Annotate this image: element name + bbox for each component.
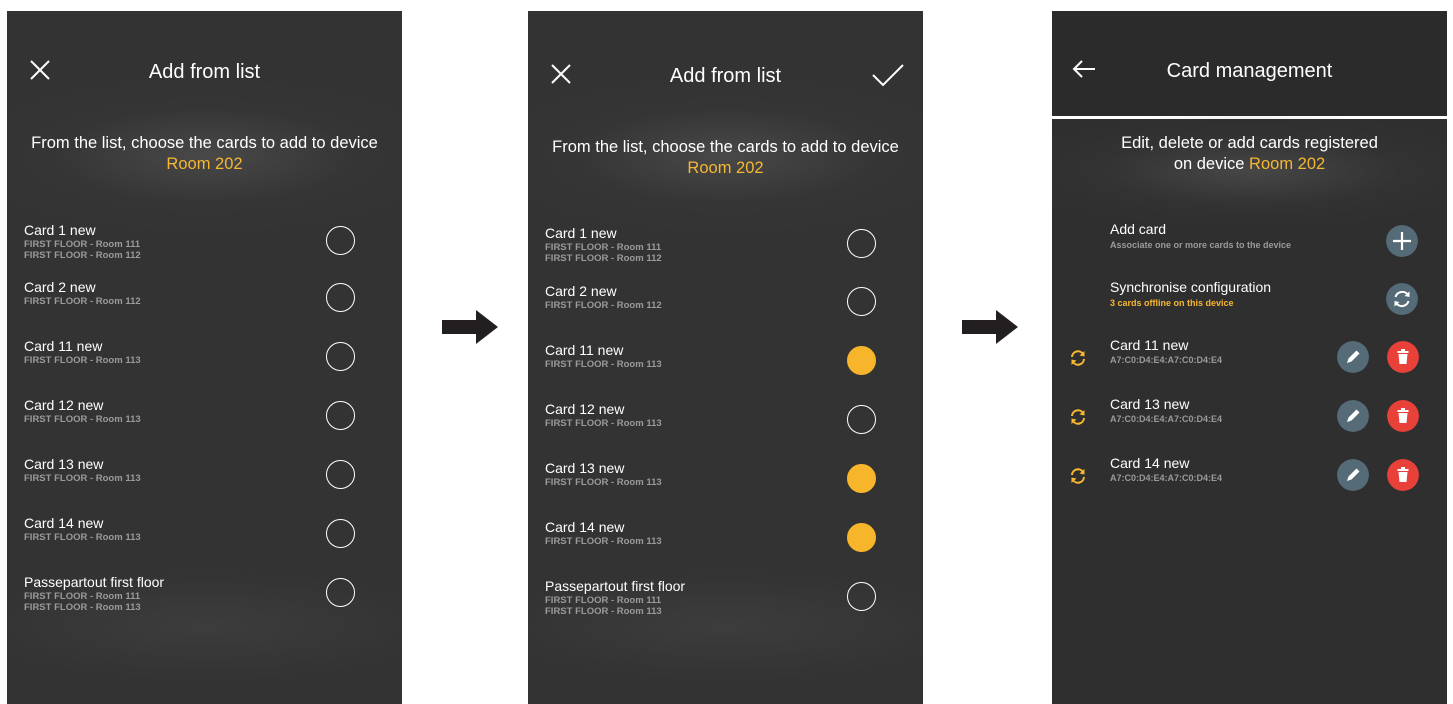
card-name: Card 14 new xyxy=(1110,455,1190,471)
sync-pending-icon xyxy=(1071,468,1085,484)
sync-row[interactable]: Synchronise configuration 3 cards offlin… xyxy=(1052,277,1447,317)
sync-status: 3 cards offline on this device xyxy=(1110,298,1234,308)
list-item[interactable]: Card 14 new FIRST FLOOR - Room 113 xyxy=(545,519,903,552)
list-item[interactable]: Card 12 new FIRST FLOOR - Room 113 xyxy=(24,397,382,430)
list-item[interactable]: Card 2 new FIRST FLOOR - Room 112 xyxy=(24,279,382,312)
list-item[interactable]: Card 1 new FIRST FLOOR - Room 111 FIRST … xyxy=(24,222,382,261)
instruction-text: Edit, delete or add cards registered on … xyxy=(1121,134,1378,173)
card-code: A7:C0:D4:E4:A7:C0:D4:E4 xyxy=(1110,414,1223,424)
add-card-description: Associate one or more cards to the devic… xyxy=(1110,240,1292,250)
select-checkbox[interactable] xyxy=(326,226,355,255)
sync-pending-icon xyxy=(1071,350,1085,366)
list-item[interactable]: Card 13 new FIRST FLOOR - Room 113 xyxy=(545,460,903,493)
select-checkbox[interactable] xyxy=(847,229,876,258)
sync-label: Synchronise configuration xyxy=(1110,279,1272,295)
select-checkbox[interactable] xyxy=(326,283,355,312)
device-name: Room 202 xyxy=(1249,155,1326,173)
page-title: Card management xyxy=(1166,60,1333,82)
sync-pending-icon xyxy=(1071,409,1085,425)
device-name: Room 202 xyxy=(687,159,764,177)
card-code: A7:C0:D4:E4:A7:C0:D4:E4 xyxy=(1110,473,1223,483)
device-name: Room 202 xyxy=(166,155,243,173)
delete-button[interactable] xyxy=(1387,341,1419,373)
list-item[interactable]: Card 2 new FIRST FLOOR - Room 112 xyxy=(545,283,903,316)
right-arrow-icon xyxy=(442,310,498,344)
instruction-text: From the list, choose the cards to add t… xyxy=(552,138,899,177)
card-row: Card 14 new A7:C0:D4:E4:A7:C0:D4:E4 xyxy=(1052,455,1447,495)
right-arrow-icon xyxy=(962,310,1018,344)
confirm-check-icon[interactable] xyxy=(871,63,905,87)
screen-add-from-list-empty: Add from list From the list, choose the … xyxy=(7,11,402,704)
instruction-text: From the list, choose the cards to add t… xyxy=(31,134,378,173)
delete-button[interactable] xyxy=(1387,400,1419,432)
select-checkbox[interactable] xyxy=(326,342,355,371)
select-checkbox[interactable] xyxy=(847,287,876,316)
edit-button[interactable] xyxy=(1337,459,1369,491)
select-checkbox[interactable] xyxy=(326,519,355,548)
screen-add-from-list-selected: Add from list From the list, choose the … xyxy=(528,11,923,704)
select-checkbox-checked[interactable] xyxy=(847,346,876,375)
select-checkbox[interactable] xyxy=(326,401,355,430)
list-item[interactable]: Card 12 new FIRST FLOOR - Room 113 xyxy=(545,401,903,434)
add-card-row[interactable]: Add card Associate one or more cards to … xyxy=(1052,219,1447,259)
page-title: Add from list xyxy=(148,61,261,83)
list-item[interactable]: Card 11 new FIRST FLOOR - Room 113 xyxy=(24,338,382,371)
list-item[interactable]: Card 1 new FIRST FLOOR - Room 111 FIRST … xyxy=(545,225,903,264)
list-item[interactable]: Card 11 new FIRST FLOOR - Room 113 xyxy=(545,342,903,375)
card-code: A7:C0:D4:E4:A7:C0:D4:E4 xyxy=(1110,355,1223,365)
add-card-label: Add card xyxy=(1110,221,1167,237)
select-checkbox-checked[interactable] xyxy=(847,464,876,493)
card-row: Card 13 new A7:C0:D4:E4:A7:C0:D4:E4 xyxy=(1052,396,1447,436)
list-item[interactable]: Passepartout first floor FIRST FLOOR - R… xyxy=(545,578,903,617)
add-card-button[interactable] xyxy=(1386,225,1418,257)
card-row: Card 11 new A7:C0:D4:E4:A7:C0:D4:E4 xyxy=(1052,337,1447,377)
edit-button[interactable] xyxy=(1337,400,1369,432)
sync-button[interactable] xyxy=(1386,283,1418,315)
select-checkbox[interactable] xyxy=(847,405,876,434)
edit-button[interactable] xyxy=(1337,341,1369,373)
select-checkbox[interactable] xyxy=(326,460,355,489)
list-item[interactable]: Card 14 new FIRST FLOOR - Room 113 xyxy=(24,515,382,548)
select-checkbox[interactable] xyxy=(326,578,355,607)
list-item[interactable]: Card 13 new FIRST FLOOR - Room 113 xyxy=(24,456,382,489)
card-name: Card 11 new xyxy=(1110,337,1189,353)
list-item[interactable]: Passepartout first floor FIRST FLOOR - R… xyxy=(24,574,382,613)
page-title: Add from list xyxy=(669,65,782,87)
delete-button[interactable] xyxy=(1387,459,1419,491)
card-name: Card 13 new xyxy=(1110,396,1190,412)
select-checkbox-checked[interactable] xyxy=(847,523,876,552)
select-checkbox[interactable] xyxy=(847,582,876,611)
screen-card-management: Card management Edit, delete or add card… xyxy=(1052,11,1447,704)
